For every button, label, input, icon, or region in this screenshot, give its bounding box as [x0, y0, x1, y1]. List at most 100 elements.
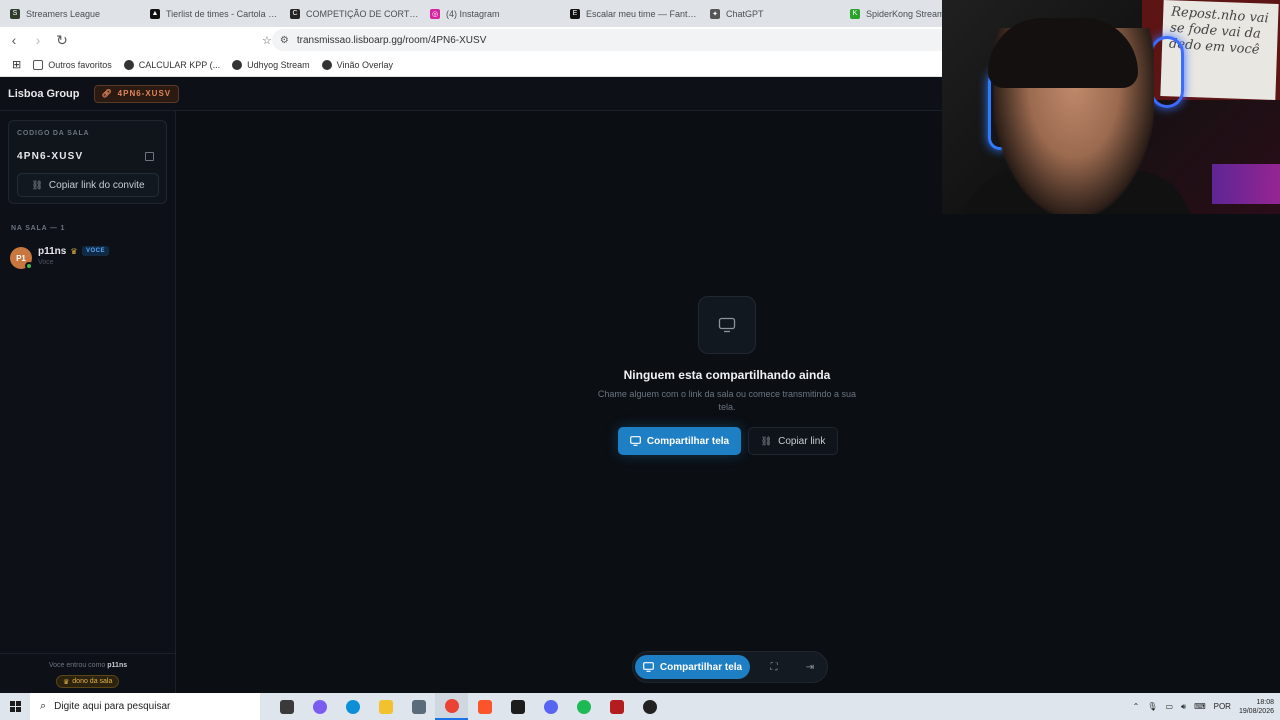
bottom-controls-bar: Compartilhar tela ⛶ ⇥: [632, 651, 828, 683]
screen-share-icon: [629, 436, 641, 446]
members-section-label: NA SALA — 1: [11, 225, 66, 232]
taskbar-app-copilot[interactable]: [303, 693, 336, 720]
taskbar-app-explorer[interactable]: [369, 693, 402, 720]
tab-favicon-icon: E: [570, 8, 580, 19]
address-bar[interactable]: ☆ ⚙ transmissao.lisboarp.gg/room/4PN6-XU…: [262, 29, 972, 51]
bookmark-calcular-kpp[interactable]: CALCULAR KPP (...: [123, 59, 220, 70]
taskbar-apps: [270, 693, 666, 720]
chevron-up-icon[interactable]: ⌃: [1133, 702, 1140, 711]
taskbar-search[interactable]: ⌕ Digite aqui para pesquisar: [30, 693, 260, 720]
tab-title: (4) Instagram: [446, 8, 500, 19]
member-name-row: p11ns ♛: [38, 246, 78, 257]
keyboard-icon[interactable]: ⌨: [1194, 702, 1206, 711]
task-view-icon: [279, 699, 294, 714]
browser-tab[interactable]: C COMPETIÇÃO DE CORTES DO: [280, 0, 420, 27]
link-icon: ⛓: [760, 435, 773, 446]
microphone-icon[interactable]: 🎙︎: [1147, 702, 1157, 711]
taskbar-app-discord[interactable]: [534, 693, 567, 720]
tab-favicon-icon: ◎: [430, 8, 440, 19]
network-icon[interactable]: ▭: [1165, 702, 1173, 711]
chrome-icon: [444, 698, 459, 713]
taskbar-app-brave[interactable]: [468, 693, 501, 720]
sidebar-footer: Voce entrou como p11ns ♛ dono da sala: [0, 653, 176, 693]
url-text[interactable]: transmissao.lisboarp.gg/room/4PN6-XUSV: [297, 35, 487, 46]
member-subtitle: Voce: [38, 259, 54, 266]
room-code-card: CODIGO DA SALA 4PN6-XUSV ⛓ Copiar link d…: [8, 120, 167, 204]
copy-icon[interactable]: [145, 152, 154, 161]
tab-favicon-icon: ▲: [150, 8, 160, 19]
globe-icon: [123, 59, 134, 70]
link-icon: ⛓: [31, 179, 43, 190]
search-icon: ⌕: [40, 700, 47, 712]
room-code-pill[interactable]: 🔗︎ 4PN6-XUSV: [93, 84, 180, 103]
fullscreen-icon[interactable]: ⛶: [767, 660, 781, 674]
taskbar-app-spotify[interactable]: [567, 693, 600, 720]
tab-favicon-icon: K: [850, 8, 860, 19]
tab-title: COMPETIÇÃO DE CORTES DO: [306, 8, 420, 19]
bookmark-star-icon[interactable]: ☆: [262, 34, 272, 47]
language-indicator[interactable]: POR: [1214, 702, 1231, 711]
windows-start-button[interactable]: [0, 693, 30, 720]
vivaldi-icon: [510, 699, 525, 714]
entered-as-text: Voce entrou como p11ns: [48, 662, 128, 669]
share-screen-button[interactable]: Compartilhar tela: [618, 427, 741, 455]
copy-invite-link-button[interactable]: ⛓ Copiar link do convite: [17, 173, 159, 197]
sidebar: CODIGO DA SALA 4PN6-XUSV ⛓ Copiar link d…: [0, 111, 176, 693]
tab-title: Escalar meu time — Fantasy d: [586, 8, 700, 19]
explorer-icon: [378, 699, 393, 714]
clock[interactable]: 18:08 19/08/2026: [1239, 698, 1274, 716]
discord-icon: [543, 699, 558, 714]
taskbar-app-pin[interactable]: [402, 693, 435, 720]
globe-icon: [232, 59, 243, 70]
windows-logo-icon: [9, 701, 21, 712]
tab-title: Streamers League: [26, 8, 101, 19]
apps-grid-icon[interactable]: ⊞: [12, 58, 21, 71]
edge-icon: [345, 699, 360, 714]
member-item[interactable]: P1 p11ns ♛ VOCE Voce: [10, 245, 170, 271]
bottom-share-screen-button[interactable]: Compartilhar tela: [635, 655, 750, 679]
taskbar-app-edge[interactable]: [336, 693, 369, 720]
taskbar-app-voicemeeter[interactable]: [600, 693, 633, 720]
room-code-value: 4PN6-XUSV: [17, 151, 84, 162]
windows-taskbar: ⌕ Digite aqui para pesquisar ⌃ 🎙︎ ▭ 🔊︎ ⌨…: [0, 693, 1280, 720]
tab-favicon-icon: ✦: [710, 8, 720, 19]
globe-icon: [321, 59, 332, 70]
bookmark-vinao-overlay[interactable]: Vinão Overlay: [321, 59, 393, 70]
browser-tab[interactable]: ▲ Tierlist de times - Cartola da S: [140, 0, 280, 27]
voicemeeter-icon: [609, 699, 624, 714]
you-badge: VOCE: [82, 246, 110, 256]
system-tray: ⌃ 🎙︎ ▭ 🔊︎ ⌨ POR 18:08 19/08/2026: [1133, 693, 1274, 720]
browser-tab[interactable]: ✦ ChatGPT: [700, 0, 840, 27]
volume-icon[interactable]: 🔊︎: [1181, 702, 1186, 712]
browser-tab[interactable]: ◎ (4) Instagram: [420, 0, 560, 27]
bookmark-outros-favoritos[interactable]: Outros favoritos: [33, 59, 112, 70]
folder-icon: [33, 59, 44, 70]
copy-link-button[interactable]: ⛓ Copiar link: [748, 427, 838, 455]
pin-icon: [411, 699, 426, 714]
tab-title: ChatGPT: [726, 8, 764, 19]
webcam-person-hair: [988, 18, 1138, 88]
tab-title: Tierlist de times - Cartola da S: [166, 8, 280, 19]
owner-badge: ♛ dono da sala: [56, 675, 120, 688]
room-code-label: CODIGO DA SALA: [17, 130, 90, 137]
site-info-icon[interactable]: ⚙: [280, 35, 289, 46]
taskbar-app-chrome[interactable]: [435, 693, 468, 720]
browser-tab[interactable]: E Escalar meu time — Fantasy d: [560, 0, 700, 27]
brave-icon: [477, 699, 492, 714]
back-icon[interactable]: ‹: [4, 30, 24, 50]
spotify-icon: [576, 699, 591, 714]
reload-icon[interactable]: ↻: [52, 30, 72, 50]
bookmark-udhyog-stream[interactable]: Udhyog Stream: [232, 59, 310, 70]
leave-room-icon[interactable]: ⇥: [803, 660, 817, 674]
tab-favicon-icon: S: [10, 8, 20, 19]
brand-title: Lisboa Group: [8, 87, 80, 100]
taskbar-app-obs[interactable]: [633, 693, 666, 720]
empty-state-title: Ninguem esta compartilhando ainda: [623, 368, 831, 382]
obs-icon: [642, 699, 657, 714]
forward-icon[interactable]: ›: [28, 30, 48, 50]
empty-state-description: Chame alguem com o link da sala ou comec…: [597, 389, 857, 412]
taskbar-app-vivaldi[interactable]: [501, 693, 534, 720]
taskbar-app-task-view[interactable]: [270, 693, 303, 720]
tab-favicon-icon: C: [290, 8, 300, 19]
browser-tab[interactable]: S Streamers League: [0, 0, 140, 27]
